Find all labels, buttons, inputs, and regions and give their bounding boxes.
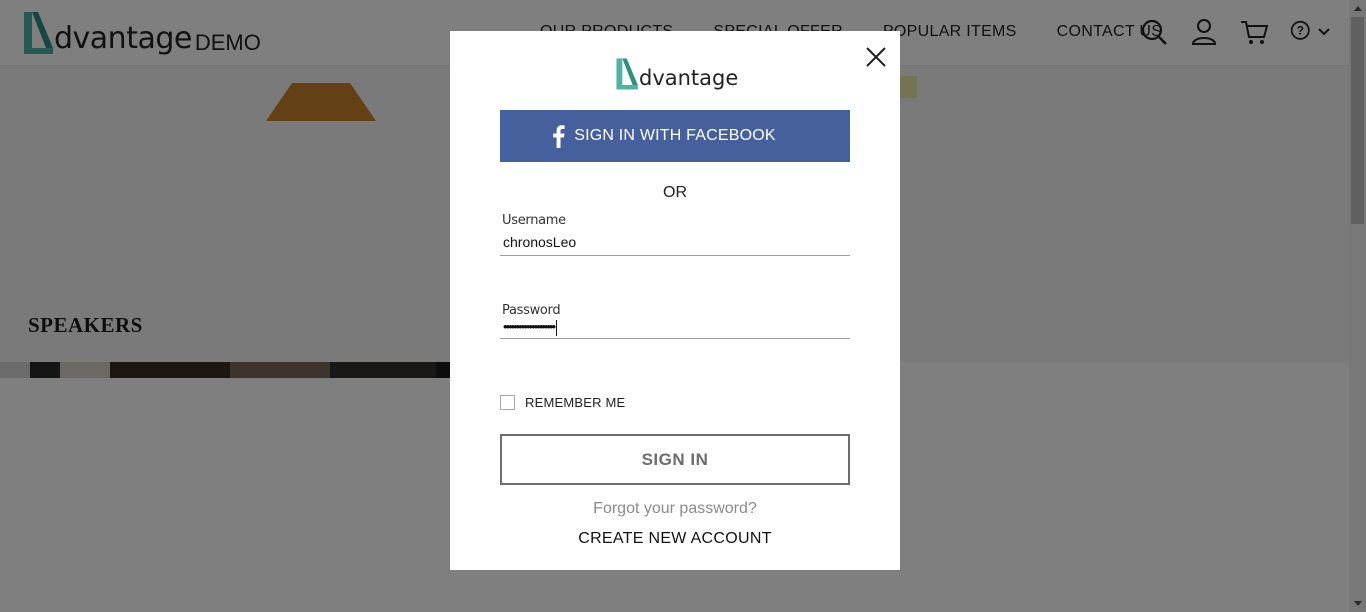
- username-field: Username: [500, 213, 850, 256]
- password-field: Password ••••••••••••••••••••: [500, 303, 850, 339]
- forgot-password-link[interactable]: Forgot your password?: [450, 500, 900, 518]
- sign-in-button[interactable]: SIGN IN: [500, 434, 850, 485]
- close-icon[interactable]: [864, 45, 888, 69]
- remember-me-checkbox[interactable]: [500, 395, 515, 410]
- or-divider-text: OR: [663, 184, 687, 201]
- login-modal: dvantage SIGN IN WITH FACEBOOK OR Userna…: [450, 31, 900, 570]
- modal-logo: dvantage: [615, 55, 738, 91]
- remember-me-option[interactable]: REMEMBER ME: [500, 395, 625, 410]
- username-label: Username: [502, 213, 566, 228]
- facebook-signin-label: SIGN IN WITH FACEBOOK: [574, 127, 776, 144]
- password-masked-value: ••••••••••••••••••••: [503, 319, 556, 334]
- username-input[interactable]: [503, 234, 843, 250]
- facebook-signin-button[interactable]: SIGN IN WITH FACEBOOK: [500, 110, 850, 162]
- advantage-logo-icon: [616, 58, 638, 90]
- modal-logo-text: dvantage: [639, 66, 739, 90]
- password-input[interactable]: ••••••••••••••••••••: [503, 319, 843, 336]
- facebook-icon: [553, 125, 565, 148]
- remember-me-label: REMEMBER ME: [525, 395, 626, 410]
- password-label: Password: [502, 303, 561, 318]
- create-account-link[interactable]: CREATE NEW ACCOUNT: [450, 530, 900, 548]
- text-caret: [556, 319, 558, 336]
